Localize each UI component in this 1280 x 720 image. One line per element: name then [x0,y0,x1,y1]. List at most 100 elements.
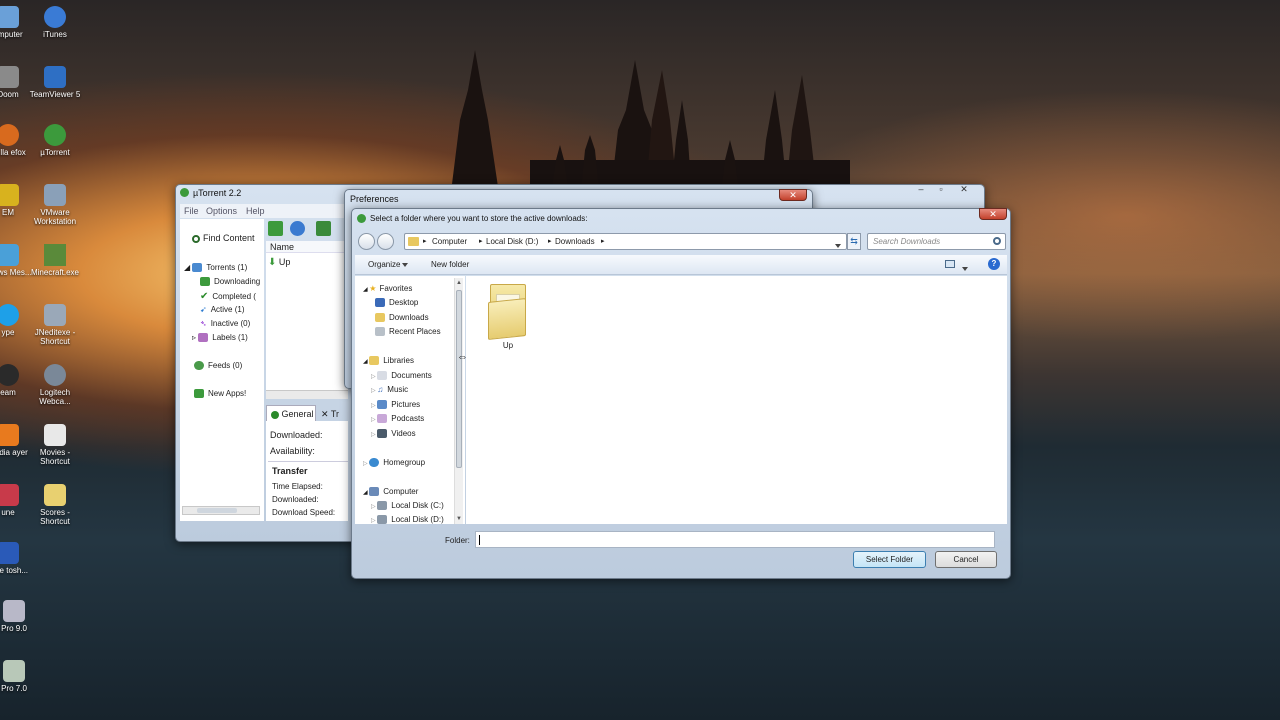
list-item[interactable]: ⬇ Up [268,257,290,268]
tree-active[interactable]: ➹ Active (1) [200,305,245,314]
breadcrumb-local-disk[interactable]: Local Disk (D:) [486,237,538,246]
folder-label: Folder: [445,536,470,545]
computer-icon [0,6,19,28]
content-pane: Up [466,276,1007,524]
dialog-title: Select a folder where you want to store … [370,214,588,223]
scrollbar-thumb[interactable] [197,508,237,513]
dialog-close-button[interactable]: ✕ [979,208,1007,220]
tree-feeds[interactable]: Feeds (0) [194,361,242,371]
menu-options[interactable]: Options [206,206,237,216]
torrents-icon [192,263,203,273]
desktop-icon-logitech[interactable]: Logitech Webca... [25,364,85,406]
create-torrent-icon[interactable] [316,221,331,236]
chevron-down-icon[interactable] [833,240,841,250]
scrollbar-thumb[interactable] [456,290,462,468]
videos-icon [377,429,388,439]
desktop-icon-pro7[interactable]: Pro 7.0 [0,660,44,693]
nav-scrollbar[interactable]: ▲ ▼ [454,278,463,524]
menu-file[interactable]: File [184,206,199,216]
photoshop-icon [0,542,19,564]
breadcrumb-arrow-icon: ▸ [423,238,427,245]
nav-favorites[interactable]: ◢ ★ Favorites [363,284,412,293]
select-folder-button[interactable]: Select Folder [853,551,926,568]
forward-button[interactable] [377,233,394,250]
desktop-icon-teamviewer[interactable]: TeamViewer 5 [25,66,85,99]
nav-downloads[interactable]: Downloads [375,313,429,323]
find-content-button[interactable]: Find Content [192,233,255,243]
sidebar-scrollbar[interactable] [182,506,260,515]
cancel-button[interactable]: Cancel [935,551,997,568]
vmware-icon [44,184,66,206]
refresh-button[interactable]: ⇆ [847,233,861,250]
scroll-down-arrow-icon[interactable]: ▼ [456,516,462,522]
desktop-icon-photoshop[interactable]: robe tosh... [0,542,38,575]
desktop-icon-vmware[interactable]: VMware Workstation [25,184,85,226]
add-url-icon[interactable] [290,221,305,236]
music-icon: ♫ [377,385,384,394]
tree-labels[interactable]: ▹ Labels (1) [192,333,248,343]
navigation-pane: ◢ ★ Favorites Desktop Downloads Recent Pl… [355,276,465,525]
nav-desktop[interactable]: Desktop [375,298,418,308]
folder-field[interactable] [475,531,995,548]
nav-recent-places[interactable]: Recent Places [375,327,441,337]
dialog-app-icon [357,214,366,223]
downloads-folder-icon [375,313,385,323]
minimize-button[interactable]: – [912,184,930,196]
menu-help[interactable]: Help [246,206,265,216]
search-box[interactable]: Search Downloads [867,233,1006,250]
desktop-icon-pro9[interactable]: Pro 9.0 [0,600,44,633]
tab-general[interactable]: General [266,405,316,421]
address-bar[interactable]: ▸ Computer ▸ Local Disk (D:) ▸ Downloads… [404,233,847,250]
desktop-icon-utorrent[interactable]: µTorrent [25,124,85,157]
nav-pictures[interactable]: ▷ Pictures [371,400,420,410]
folder-item-up[interactable]: Up [478,280,538,360]
breadcrumb-computer[interactable]: Computer [432,237,467,246]
menu-bar: File Options Help [180,204,354,218]
desktop-icon-itunes[interactable]: iTunes [25,6,85,39]
app-icon [3,600,25,622]
view-options-icon[interactable] [945,260,955,268]
desktop-icon-scores[interactable]: Scores - Shortcut [25,484,85,526]
nav-homegroup[interactable]: ▷ Homegroup [363,458,425,468]
back-button[interactable] [358,233,375,250]
preferences-title: Preferences [350,194,399,204]
maximize-button[interactable]: ▫ [932,184,950,196]
utorrent-sidebar: Find Content ◢ Torrents (1) Downloading … [180,219,264,521]
folder-icon [44,484,66,506]
tree-new-apps[interactable]: New Apps! [194,389,246,399]
nav-videos[interactable]: ▷ Videos [371,429,416,439]
tree-completed[interactable]: ✔ Completed ( [200,291,256,302]
checkmark-icon: ✔ [200,291,209,302]
list-scrollbar[interactable] [266,390,348,399]
tree-downloading[interactable]: Downloading [200,277,260,287]
tree-inactive[interactable]: ➴ Inactive (0) [200,319,250,328]
tab-trackers[interactable]: ✕ Tr [318,407,348,421]
help-icon[interactable]: ? [988,258,1000,270]
chevron-down-icon[interactable] [960,263,968,273]
detail-tabs: General ✕ Tr [266,405,348,421]
close-button[interactable]: ✕ [952,184,976,196]
desktop-icon-movies[interactable]: Movies - Shortcut [25,424,85,466]
nav-local-disk-c[interactable]: ▷ Local Disk (C:) [371,501,444,511]
nav-local-disk-d[interactable]: ▷ Local Disk (D:) [371,515,444,525]
nav-documents[interactable]: ▷ Documents [371,371,432,381]
nav-computer[interactable]: ◢ Computer [363,487,418,497]
breadcrumb-arrow-icon: ▸ [548,238,552,245]
organize-menu-button[interactable]: Organize [368,260,409,269]
add-torrent-icon[interactable] [268,221,283,236]
info-downloaded-label: Downloaded: [270,430,323,440]
list-header-name[interactable]: Name [266,241,348,253]
nav-music[interactable]: ▷ ♫ Music [371,385,408,394]
desktop-icon-jnedit[interactable]: JNeditexe - Shortcut [25,304,85,346]
desktop-icon-minecraft[interactable]: Minecraft.exe [25,244,85,277]
computer-icon [369,487,380,497]
preferences-close-button[interactable]: ✕ [779,189,807,201]
new-folder-button[interactable]: New folder [431,260,469,269]
nav-libraries[interactable]: ◢ Libraries [363,356,414,366]
breadcrumb-downloads[interactable]: Downloads [555,237,595,246]
tree-torrents[interactable]: ◢ Torrents (1) [184,263,247,273]
scroll-up-arrow-icon[interactable]: ▲ [456,280,462,286]
nav-podcasts[interactable]: ▷ Podcasts [371,414,424,424]
webcam-icon [44,364,66,386]
search-icon[interactable] [993,237,1001,245]
